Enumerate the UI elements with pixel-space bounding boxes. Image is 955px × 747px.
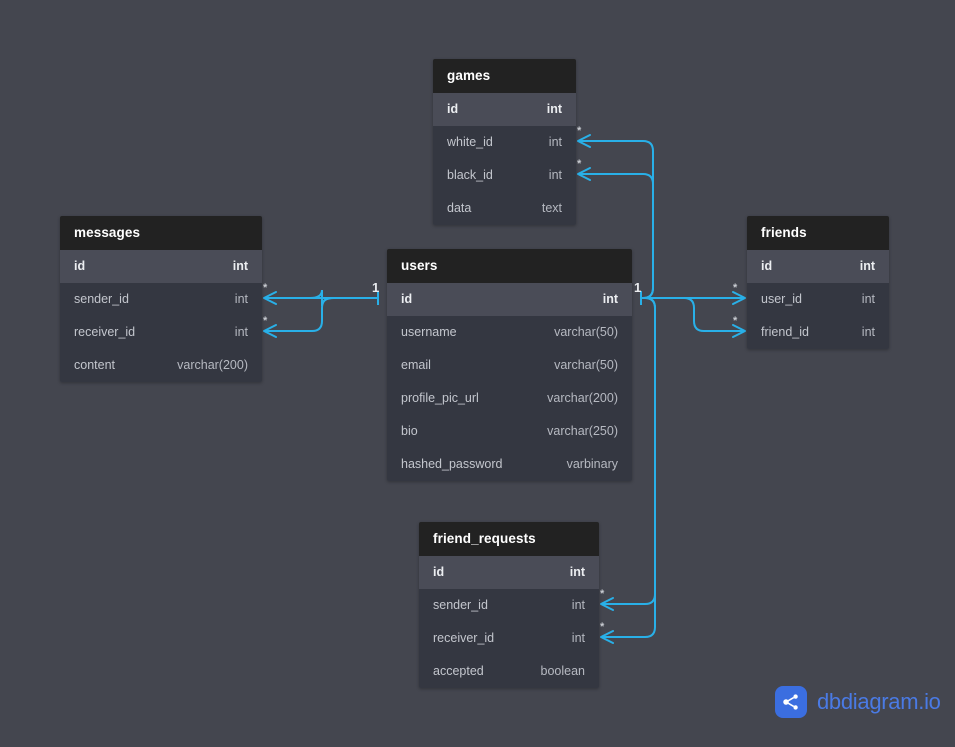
cardinality-messages-receiver-id: *	[263, 315, 268, 327]
field-type: text	[541, 201, 562, 215]
table-header-friends[interactable]: friends	[747, 216, 889, 250]
field-type: int	[234, 292, 248, 306]
table-header-friend_requests[interactable]: friend_requests	[419, 522, 599, 556]
table-header-users[interactable]: users	[387, 249, 632, 283]
field-name: white_id	[447, 135, 493, 149]
table-row[interactable]: id int	[387, 283, 632, 316]
table-friends[interactable]: friends id int user_id int friend_id int	[747, 216, 889, 349]
field-type: int	[569, 565, 585, 579]
field-name: receiver_id	[433, 631, 495, 645]
field-type: varchar(250)	[547, 424, 618, 438]
table-row[interactable]: sender_id int	[60, 283, 262, 316]
field-type: int	[861, 292, 875, 306]
field-name: user_id	[761, 292, 802, 306]
table-row[interactable]: id int	[433, 93, 576, 126]
cardinality-games-black-id: *	[577, 158, 582, 170]
cardinality-friends-user-id: *	[733, 282, 738, 294]
table-row[interactable]: sender_id int	[419, 589, 599, 622]
field-type: varchar(50)	[554, 358, 618, 372]
arrowhead-games-white-id	[577, 134, 591, 148]
cardinality-friend-requests-receiver-id: *	[600, 621, 605, 633]
field-type: varchar(200)	[547, 391, 618, 405]
field-type: int	[546, 102, 562, 116]
field-type: int	[861, 325, 875, 339]
table-header-games[interactable]: games	[433, 59, 576, 93]
field-type: boolean	[540, 664, 586, 678]
field-type: int	[232, 259, 248, 273]
table-row[interactable]: user_id int	[747, 283, 889, 316]
dbdiagram-wordmark: dbdiagram.io	[817, 689, 941, 714]
table-games[interactable]: games id int white_id int black_id int data text	[433, 59, 576, 225]
table-users[interactable]: users id int username varchar(50) email varcha…	[387, 249, 632, 481]
relation-messages-receiver-id-users-id	[266, 297, 378, 332]
field-name: id	[74, 259, 86, 273]
field-name: friend_id	[761, 325, 809, 339]
table-friend_requests[interactable]: friend_requests id int sender_id int receiver…	[419, 522, 599, 688]
field-name: email	[401, 358, 431, 372]
table-row[interactable]: profile_pic_url varchar(200)	[387, 382, 632, 415]
cardinality-games-white-id: *	[577, 125, 582, 137]
cardinality-messages-sender-id: *	[263, 282, 268, 294]
field-name: sender_id	[74, 292, 129, 306]
table-row[interactable]: data text	[433, 192, 576, 225]
field-name: id	[447, 102, 459, 116]
table-row[interactable]: bio varchar(250)	[387, 415, 632, 448]
table-row[interactable]: id int	[747, 250, 889, 283]
field-type: int	[234, 325, 248, 339]
cardinality-friends-friend-id: *	[733, 315, 738, 327]
table-header-messages[interactable]: messages	[60, 216, 262, 250]
table-row[interactable]: black_id int	[433, 159, 576, 192]
arrowhead-games-black-id	[577, 167, 591, 181]
field-type: varchar(50)	[554, 325, 618, 339]
arrowhead-friend-requests-receiver-id	[600, 630, 614, 644]
field-name: id	[433, 565, 445, 579]
relation-messages-sender-id-users-id	[266, 289, 378, 307]
table-row[interactable]: content varchar(200)	[60, 349, 262, 382]
diagram-canvas[interactable]: * * * * * * * * 1 1 games id int white_id in…	[0, 0, 955, 747]
field-type: int	[571, 631, 585, 645]
table-row[interactable]: white_id int	[433, 126, 576, 159]
cardinality-users-id-right: 1	[634, 280, 641, 295]
table-row[interactable]: receiver_id int	[419, 622, 599, 655]
field-name: id	[401, 292, 413, 306]
field-name: accepted	[433, 664, 484, 678]
field-name: username	[401, 325, 457, 339]
table-row[interactable]: hashed_password varbinary	[387, 448, 632, 481]
field-type: int	[602, 292, 618, 306]
table-row[interactable]: friend_id int	[747, 316, 889, 349]
field-name: sender_id	[433, 598, 488, 612]
cardinality-users-id-left: 1	[372, 280, 379, 295]
table-messages[interactable]: messages id int sender_id int receiver_id int c…	[60, 216, 262, 382]
dbdiagram-logo[interactable]: dbdiagram.io	[775, 686, 941, 718]
field-type: varchar(200)	[177, 358, 248, 372]
table-row[interactable]: email varchar(50)	[387, 349, 632, 382]
table-row[interactable]: id int	[60, 250, 262, 283]
share-nodes-icon	[775, 686, 807, 718]
field-type: varbinary	[566, 457, 618, 471]
field-type: int	[548, 168, 562, 182]
table-row[interactable]: username varchar(50)	[387, 316, 632, 349]
table-row[interactable]: receiver_id int	[60, 316, 262, 349]
field-name: receiver_id	[74, 325, 136, 339]
arrowhead-messages-sender-id	[263, 291, 277, 305]
field-name: bio	[401, 424, 418, 438]
table-row[interactable]: id int	[419, 556, 599, 589]
field-type: int	[859, 259, 875, 273]
arrowhead-friend-requests-sender-id	[600, 597, 614, 611]
cardinality-friend-requests-sender-id: *	[600, 588, 605, 600]
field-name: profile_pic_url	[401, 391, 479, 405]
table-row[interactable]: accepted boolean	[419, 655, 599, 688]
field-name: black_id	[447, 168, 493, 182]
field-type: int	[548, 135, 562, 149]
field-name: hashed_password	[401, 457, 503, 471]
relation-users-id-friends-friend-id	[641, 297, 743, 332]
field-type: int	[571, 598, 585, 612]
arrowhead-friends-friend-id	[732, 324, 746, 338]
arrowhead-messages-receiver-id	[263, 324, 277, 338]
arrowhead-friends-user-id	[732, 291, 746, 305]
field-name: data	[447, 201, 472, 215]
field-name: content	[74, 358, 116, 372]
field-name: id	[761, 259, 773, 273]
